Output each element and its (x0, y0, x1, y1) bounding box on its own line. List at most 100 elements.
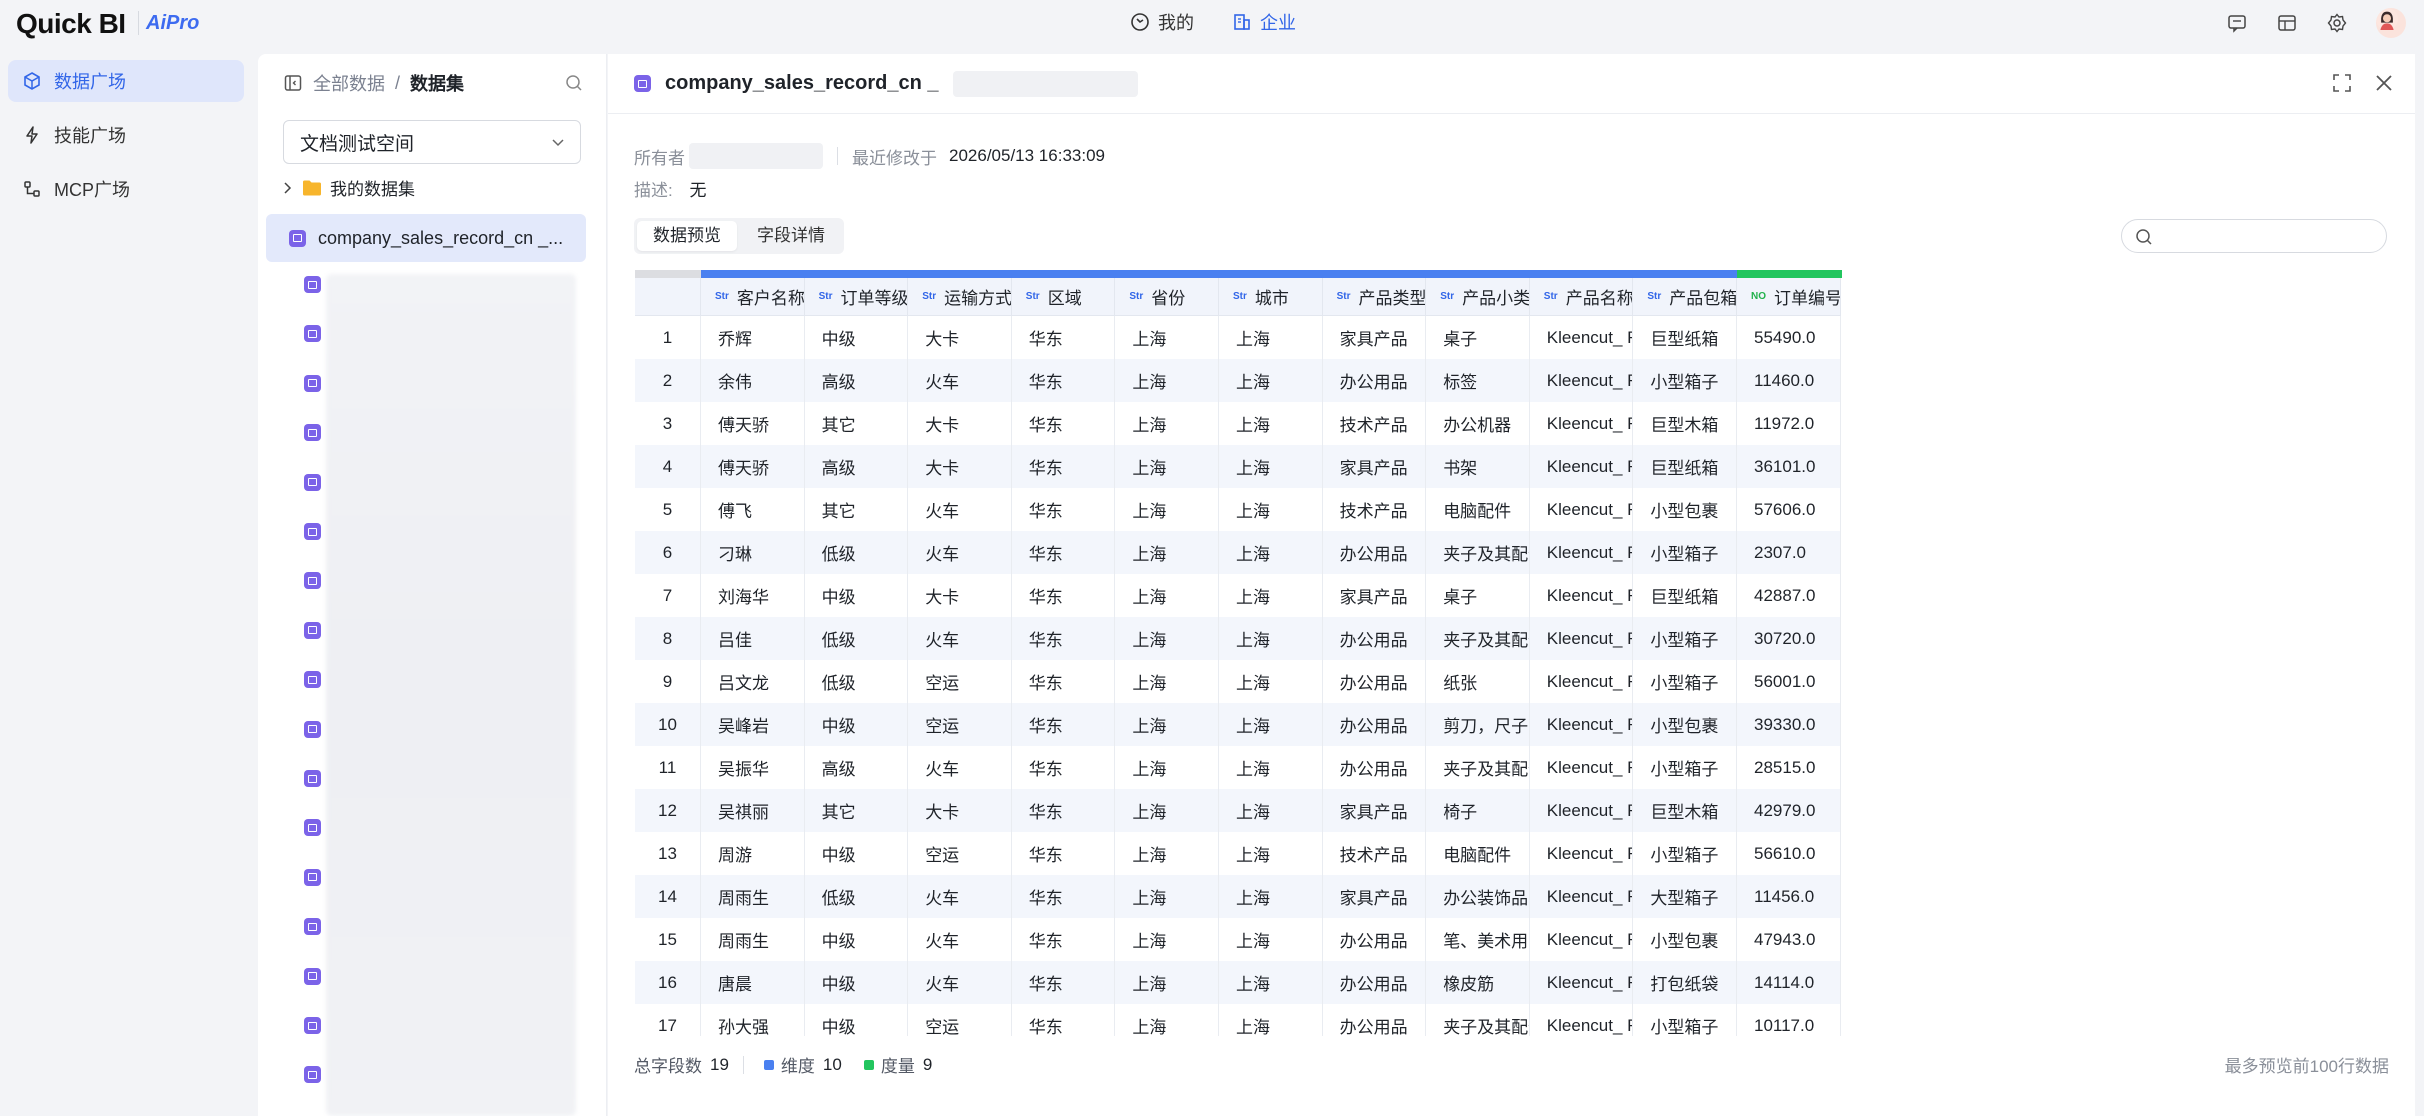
dataset-icon[interactable] (304, 374, 321, 392)
measure-strip (1737, 270, 1842, 278)
table-cell: 唐晨 (701, 961, 805, 1004)
chevron-right-icon[interactable] (280, 181, 294, 195)
owner-label: 所有者 (634, 148, 685, 168)
dataset-icon[interactable] (304, 325, 321, 343)
dataset-item-active[interactable]: company_sales_record_cn _... (266, 214, 586, 262)
sidebar-item-skill-square[interactable]: 技能广场 (8, 114, 244, 156)
column-header[interactable]: Str 城市 (1219, 278, 1323, 316)
tab-data-preview[interactable]: 数据预览 (637, 221, 737, 251)
column-header[interactable]: Str 产品名称 (1529, 278, 1634, 316)
table-cell: 上海 (1219, 445, 1323, 488)
table-cell: Kleencut_ For... (1530, 832, 1634, 875)
dataset-icon[interactable] (304, 1066, 321, 1084)
dimension-strip (1219, 270, 1324, 278)
table-cell: 家具产品 (1323, 316, 1427, 359)
table-cell: 中级 (805, 1004, 909, 1036)
dataset-icon[interactable] (304, 967, 321, 985)
nav-enterprise-label: 企业 (1260, 13, 1296, 33)
column-header[interactable]: Str 省份 (1115, 278, 1219, 316)
column-header-label: 产品类型 (1358, 289, 1427, 308)
table-footer: 总字段数 19 维度 10 度量 9 最多预览前100行数据 (634, 1052, 2389, 1077)
dataset-icon[interactable] (304, 523, 321, 540)
layout-icon[interactable] (2276, 12, 2298, 34)
column-header-label: 产品小类 (1462, 289, 1530, 308)
table-cell: Kleencut_ For... (1530, 617, 1634, 660)
column-header[interactable]: Str 客户名称 (701, 278, 805, 316)
measure-count: 9 (922, 1054, 933, 1074)
column-header[interactable]: Str 区域 (1011, 278, 1116, 316)
nav-mine[interactable]: 我的 (1130, 9, 1194, 35)
table-cell: 办公用品 (1323, 1004, 1427, 1036)
table-cell: 周雨生 (701, 918, 805, 961)
column-header-label: 城市 (1254, 289, 1289, 308)
column-header[interactable]: Str 产品类型 (1322, 278, 1427, 316)
sidebar-item-data-square[interactable]: 数据广场 (8, 60, 244, 102)
table-cell: 11460.0 (1737, 359, 1841, 402)
column-header[interactable]: NO 订单编号 (1737, 278, 1841, 316)
dataset-icon[interactable] (304, 572, 321, 590)
dataset-title: company_sales_record_cn _ (665, 72, 939, 94)
user-avatar[interactable] (2376, 8, 2406, 38)
column-header[interactable]: Str 订单等级 (804, 278, 909, 316)
string-type-icon: Str (1440, 291, 1455, 302)
dataset-icon[interactable] (304, 424, 321, 442)
title-redacted (952, 70, 1138, 97)
sidebar-item-mcp-square[interactable]: MCP广场 (8, 168, 244, 210)
dataset-icon[interactable] (304, 819, 321, 837)
table-cell: 巨型纸箱 (1633, 445, 1737, 488)
search-icon[interactable] (564, 73, 584, 93)
gear-icon[interactable] (2326, 12, 2348, 34)
row-index: 11 (635, 746, 701, 789)
table-cell: 华东 (1012, 574, 1116, 617)
measure-legend: 度量 9 (863, 1052, 933, 1077)
table-cell: 小型箱子 (1633, 359, 1737, 402)
table-search-input[interactable] (2121, 219, 2387, 253)
dataset-icon[interactable] (304, 671, 321, 689)
column-header[interactable]: Str 产品包箱 (1633, 278, 1737, 316)
row-index: 15 (635, 918, 701, 961)
table-cell: 28515.0 (1737, 746, 1841, 789)
dataset-icon[interactable] (304, 473, 321, 491)
collapse-panel-icon[interactable] (283, 73, 303, 93)
index-header (635, 278, 701, 316)
dataset-icon[interactable] (304, 276, 321, 293)
dataset-icon[interactable] (304, 770, 321, 787)
measure-color-swatch (863, 1059, 874, 1070)
dataset-icon[interactable] (304, 868, 321, 886)
table-cell: 电脑配件 (1426, 832, 1530, 875)
table-cell: 技术产品 (1323, 832, 1427, 875)
breadcrumb-separator: / (395, 72, 401, 93)
dataset-icon[interactable] (304, 918, 321, 936)
column-header-label: 订单等级 (840, 289, 909, 308)
column-header[interactable]: Str 产品小类 (1426, 278, 1530, 316)
nav-enterprise[interactable]: 企业 (1232, 9, 1296, 35)
breadcrumb-root[interactable]: 全部数据 (313, 70, 385, 96)
table-cell: 上海 (1219, 660, 1323, 703)
table-cell: 打包纸袋 (1633, 961, 1737, 1004)
table-cell: 中级 (805, 918, 909, 961)
table-cell: 11456.0 (1737, 875, 1841, 918)
dataset-icon[interactable] (304, 1017, 321, 1034)
expand-icon[interactable] (2331, 72, 2353, 94)
table-cell: 周雨生 (701, 875, 805, 918)
column-header[interactable]: Str 运输方式 (908, 278, 1012, 316)
sidebar-item-label: 技能广场 (54, 126, 126, 146)
folder-my-datasets[interactable]: 我的数据集 (280, 175, 415, 200)
tab-field-details[interactable]: 字段详情 (741, 221, 841, 251)
close-icon[interactable] (2373, 72, 2395, 94)
clock-circle-icon (1131, 13, 1149, 31)
dataset-icon[interactable] (304, 720, 321, 738)
app-logo[interactable]: Quick BI (16, 8, 126, 40)
table-cell: 其它 (805, 488, 909, 531)
workspace-select[interactable]: 文档测试空间 (283, 120, 581, 164)
table-cell: 大卡 (908, 445, 1012, 488)
table-cell: 上海 (1219, 832, 1323, 875)
message-icon[interactable] (2226, 12, 2248, 34)
dataset-icon[interactable] (304, 621, 321, 639)
table-cell: 上海 (1115, 660, 1219, 703)
table-cell: 夹子及其配件 (1426, 1004, 1530, 1036)
table-cell: 上海 (1115, 703, 1219, 746)
table-cell: 办公装饰品 (1426, 875, 1530, 918)
modified-value: 2026/05/13 16:33:09 (949, 146, 1105, 165)
top-nav: 我的 企业 (1130, 9, 1296, 35)
